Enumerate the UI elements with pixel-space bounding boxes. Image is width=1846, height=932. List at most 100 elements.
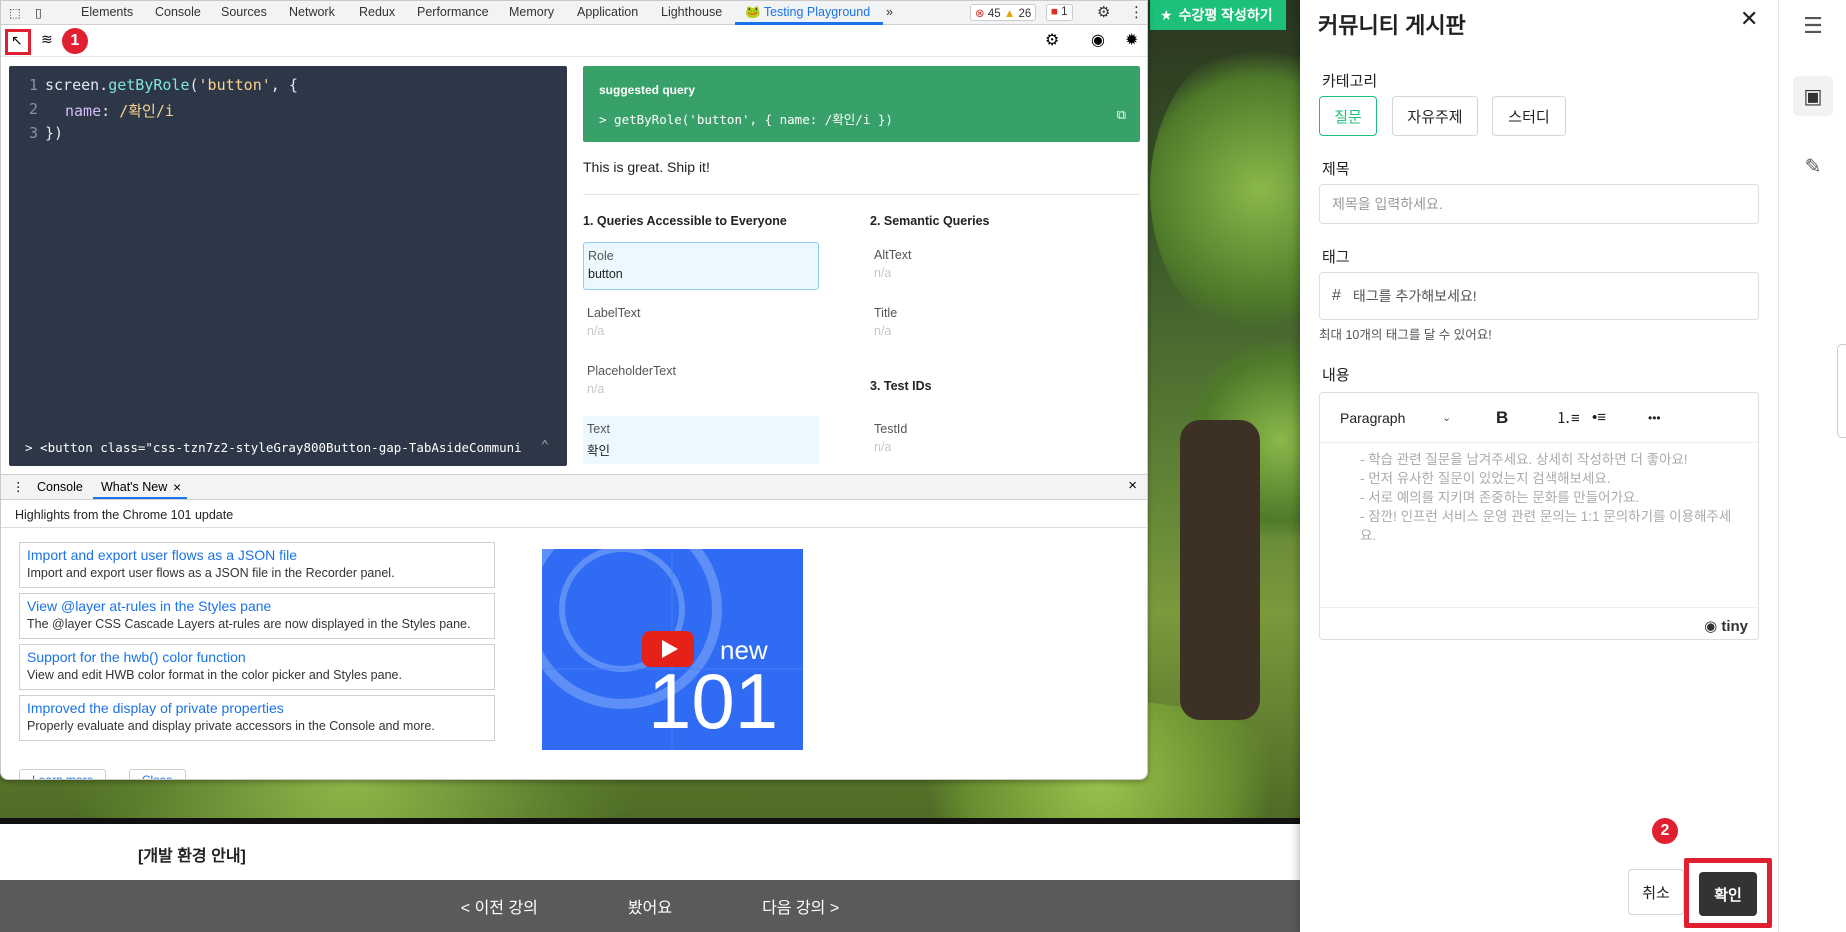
category-free-button[interactable]: 자유주제 bbox=[1392, 96, 1478, 136]
right-sidebar: ☰ ▣ ✎ bbox=[1778, 0, 1846, 932]
tab-network[interactable]: Network bbox=[289, 5, 335, 19]
tag-label: 태그 bbox=[1322, 249, 1350, 266]
panel-title: 커뮤니티 게시판 bbox=[1318, 13, 1466, 38]
eye-icon[interactable]: ◉ bbox=[1091, 30, 1105, 50]
editor-body[interactable]: - 학습 관련 질문을 남겨주세요. 상세히 작성하면 더 좋아요! - 먼저 … bbox=[1320, 443, 1758, 608]
news-item[interactable]: Import and export user flows as a JSON f… bbox=[19, 542, 495, 588]
tab-console[interactable]: Console bbox=[155, 5, 201, 19]
drawer-tab-console[interactable]: Console bbox=[37, 480, 83, 494]
format-select[interactable]: Paragraph bbox=[1340, 410, 1405, 426]
tab-memory[interactable]: Memory bbox=[509, 5, 554, 19]
news-desc: Properly evaluate and display private ac… bbox=[27, 719, 435, 733]
frog-icon: 🐸 bbox=[745, 5, 761, 19]
category-study-button[interactable]: 스터디 bbox=[1492, 96, 1566, 136]
news-desc: View and edit HWB color format in the co… bbox=[27, 668, 402, 682]
news-title[interactable]: Support for the hwb() color function bbox=[27, 649, 487, 665]
settings-gear-icon[interactable]: ⚙ bbox=[1097, 3, 1110, 21]
inspect-element-icon[interactable]: ⬚ bbox=[9, 5, 21, 20]
issues-icon: ■ bbox=[1051, 6, 1058, 18]
news-item[interactable]: Support for the hwb() color function Vie… bbox=[19, 644, 495, 690]
divider bbox=[583, 194, 1140, 195]
tab-elements[interactable]: Elements bbox=[81, 5, 133, 19]
write-review-label: 수강평 작성하기 bbox=[1178, 7, 1273, 23]
tiny-logo-text: tiny bbox=[1721, 618, 1748, 635]
note-icon[interactable]: ✎ bbox=[1793, 146, 1833, 186]
bug-icon[interactable]: ✹ bbox=[1125, 30, 1138, 50]
confirm-button[interactable]: 확인 bbox=[1699, 872, 1757, 916]
device-toolbar-icon[interactable]: ▯ bbox=[35, 5, 42, 20]
news-item[interactable]: Improved the display of private properti… bbox=[19, 695, 495, 741]
numbered-list-icon[interactable]: ⒈≡ bbox=[1556, 407, 1580, 428]
content-label: 내용 bbox=[1322, 367, 1350, 384]
news-title[interactable]: Import and export user flows as a JSON f… bbox=[27, 547, 487, 563]
more-tabs-button[interactable]: » bbox=[886, 5, 893, 19]
tab-lighthouse[interactable]: Lighthouse bbox=[661, 5, 722, 19]
query-testid[interactable]: TestId n/a bbox=[870, 416, 1106, 464]
editor-placeholder-line: - 학습 관련 질문을 남겨주세요. 상세히 작성하면 더 좋아요! bbox=[1360, 452, 1688, 467]
close-tab-icon[interactable]: × bbox=[173, 479, 181, 495]
tab-performance[interactable]: Performance bbox=[417, 5, 489, 19]
query-title[interactable]: Title n/a bbox=[870, 300, 1106, 348]
line-number: 2 bbox=[29, 100, 39, 118]
news-item[interactable]: View @layer at-rules in the Styles pane … bbox=[19, 593, 495, 639]
layers-icon[interactable]: ≋ bbox=[41, 31, 53, 48]
tab-redux[interactable]: Redux bbox=[359, 5, 395, 19]
news-title[interactable]: View @layer at-rules in the Styles pane bbox=[27, 598, 487, 614]
news-desc: Import and export user flows as a JSON f… bbox=[27, 566, 395, 580]
tab-sources[interactable]: Sources bbox=[221, 5, 267, 19]
devtools-window: ⬚ ▯ Elements Console Sources Network Red… bbox=[0, 0, 1148, 780]
selected-element-preview[interactable]: > <button class="css-tzn7z2-styleGray800… bbox=[25, 440, 522, 455]
close-button[interactable]: Close bbox=[128, 769, 186, 779]
collapse-chevron-icon[interactable]: ⌃ bbox=[541, 438, 549, 454]
write-review-button[interactable]: ★ 수강평 작성하기 bbox=[1150, 0, 1286, 30]
tab-application[interactable]: Application bbox=[577, 5, 638, 19]
errors-count: 45 bbox=[987, 8, 1001, 20]
video-thumbnail[interactable]: new 101 bbox=[542, 549, 803, 750]
sidebar-handle[interactable] bbox=[1837, 344, 1846, 438]
query-labeltext[interactable]: LabelText n/a bbox=[583, 300, 819, 348]
query-value: button bbox=[588, 267, 623, 281]
close-drawer-icon[interactable]: × bbox=[1128, 477, 1137, 494]
code-token: , { bbox=[270, 76, 298, 94]
query-label: Role bbox=[588, 249, 614, 263]
kebab-menu-icon[interactable]: ⋮ bbox=[1129, 3, 1144, 21]
ship-message: This is great. Ship it! bbox=[583, 159, 710, 175]
curriculum-list-icon[interactable]: ☰ bbox=[1793, 6, 1833, 46]
copy-icon[interactable]: ⧉ bbox=[1117, 108, 1126, 123]
select-element-icon[interactable]: ↖ bbox=[5, 29, 31, 55]
content-editor: Paragraph ⌄ B ⒈≡ •≡ ••• - 학습 관련 질문을 남겨주세… bbox=[1319, 392, 1759, 640]
query-placeholdertext[interactable]: PlaceholderText n/a bbox=[583, 358, 819, 406]
errors-badge[interactable]: ⊗ 45 ▲ 26 bbox=[970, 4, 1037, 21]
query-alttext[interactable]: AltText n/a bbox=[870, 242, 1106, 290]
query-label: Title bbox=[874, 306, 898, 320]
tag-input[interactable]: # 태그를 추가해보세요! bbox=[1319, 272, 1759, 320]
category-question-button[interactable]: 질문 bbox=[1319, 96, 1377, 136]
step-marker-2: 2 bbox=[1652, 818, 1678, 844]
more-options-icon[interactable]: ••• bbox=[1648, 411, 1661, 425]
code-token: name bbox=[65, 102, 102, 120]
drawer-menu-icon[interactable]: ⋮ bbox=[12, 479, 25, 494]
tab-testing-playground[interactable]: 🐸 Testing Playground bbox=[745, 5, 870, 20]
seen-button[interactable]: 봤어요 bbox=[628, 894, 672, 918]
bullet-list-icon[interactable]: •≡ bbox=[1592, 409, 1606, 426]
next-lecture-button[interactable]: 다음 강의 > bbox=[762, 894, 839, 918]
learn-more-button[interactable]: Learn more bbox=[19, 769, 107, 779]
code-token: : bbox=[101, 102, 120, 120]
line-number: 3 bbox=[29, 124, 39, 142]
settings-icon[interactable]: ⚙ bbox=[1045, 30, 1059, 50]
suggested-query-card: suggested query > getByRole('button', { … bbox=[583, 66, 1140, 142]
drawer-tab-whatsnew[interactable]: What's New bbox=[101, 480, 167, 494]
chevron-down-icon[interactable]: ⌄ bbox=[1442, 411, 1451, 424]
title-input[interactable]: 제목을 입력하세요. bbox=[1319, 184, 1759, 224]
query-editor[interactable]: 1 2 3 screen.getByRole('button', { name:… bbox=[9, 66, 567, 466]
query-text[interactable]: Text 확인 bbox=[583, 416, 819, 464]
query-role[interactable]: Role button bbox=[583, 242, 819, 290]
close-panel-icon[interactable]: ✕ bbox=[1740, 6, 1758, 32]
section-heading: 2. Semantic Queries bbox=[870, 214, 990, 228]
bold-button[interactable]: B bbox=[1496, 408, 1508, 428]
prev-lecture-button[interactable]: < 이전 강의 bbox=[461, 894, 538, 918]
issues-badge[interactable]: ■ 1 bbox=[1046, 4, 1073, 21]
news-title[interactable]: Improved the display of private properti… bbox=[27, 700, 487, 716]
cancel-button[interactable]: 취소 bbox=[1628, 869, 1684, 915]
community-chat-icon[interactable]: ▣ bbox=[1793, 76, 1833, 116]
